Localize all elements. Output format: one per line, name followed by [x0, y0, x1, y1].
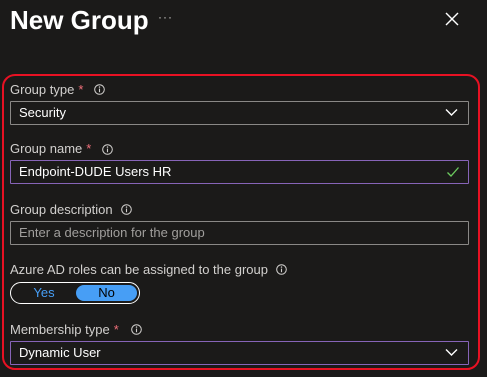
group-type-label-text: Group type: [10, 82, 75, 97]
more-options-icon[interactable]: ···: [158, 10, 173, 24]
info-icon[interactable]: [94, 84, 105, 95]
group-type-label: Group type *: [10, 82, 83, 98]
chevron-down-icon: [445, 109, 458, 116]
membership-type-label-text: Membership type: [10, 322, 110, 337]
group-description-input[interactable]: Enter a description for the group: [10, 221, 469, 245]
membership-type-label: Membership type *: [10, 322, 119, 338]
group-name-input[interactable]: Endpoint-DUDE Users HR: [10, 160, 469, 184]
azure-ad-roles-toggle[interactable]: Yes No: [10, 282, 140, 304]
required-marker: *: [113, 322, 119, 337]
group-type-dropdown[interactable]: Security: [10, 101, 469, 125]
info-icon[interactable]: [121, 204, 132, 215]
info-icon[interactable]: [131, 324, 142, 335]
group-name-value: Endpoint-DUDE Users HR: [19, 164, 172, 179]
group-description-label: Group description: [10, 202, 113, 217]
checkmark-icon: [447, 167, 459, 177]
group-name-label-text: Group name: [10, 141, 83, 156]
membership-type-value: Dynamic User: [19, 345, 101, 360]
panel-title: New Group: [10, 5, 149, 35]
azure-ad-roles-label: Azure AD roles can be assigned to the gr…: [10, 262, 268, 277]
toggle-yes-option[interactable]: Yes: [15, 285, 73, 301]
group-name-label: Group name *: [10, 141, 91, 157]
group-description-placeholder: Enter a description for the group: [19, 225, 205, 240]
chevron-down-icon: [445, 349, 458, 356]
required-marker: *: [86, 141, 92, 156]
membership-type-dropdown[interactable]: Dynamic User: [10, 341, 469, 365]
group-type-value: Security: [19, 105, 66, 120]
close-icon[interactable]: [443, 10, 461, 28]
info-icon[interactable]: [276, 264, 287, 275]
info-icon[interactable]: [102, 144, 113, 155]
required-marker: *: [78, 82, 84, 97]
toggle-no-option[interactable]: No: [76, 285, 137, 301]
